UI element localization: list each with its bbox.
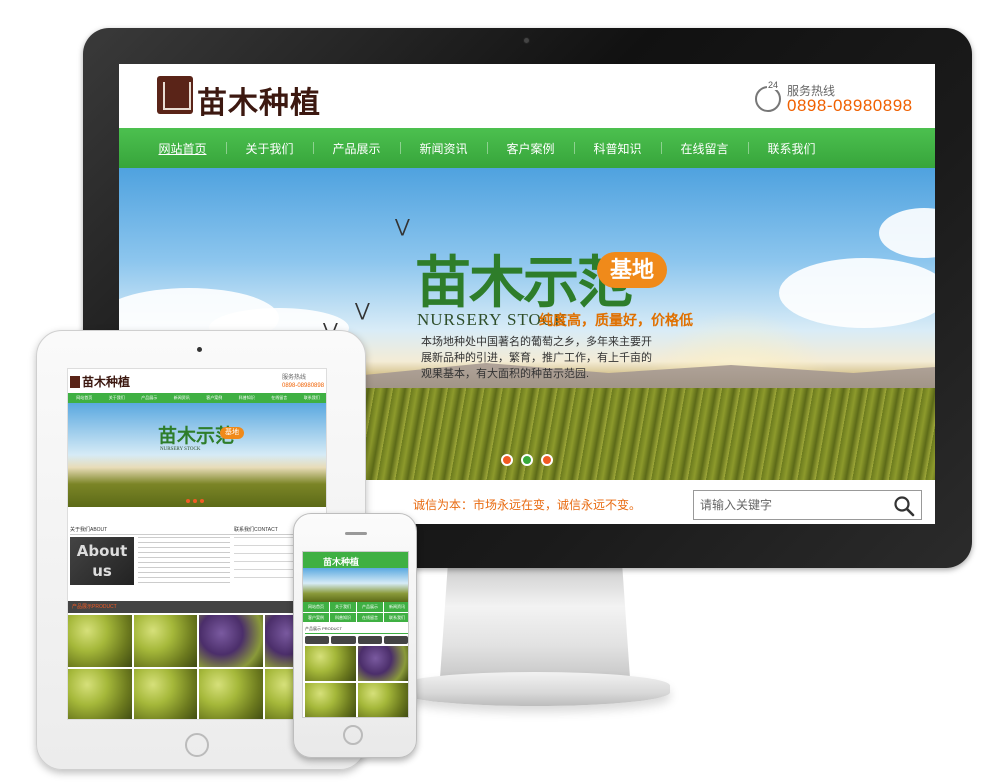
nav-item-news[interactable]: 新闻资讯	[400, 140, 487, 157]
phone-nav-item[interactable]: 产品展示	[357, 602, 383, 612]
tablet-nav-item[interactable]: 网站首页	[68, 393, 101, 403]
phone-nav-item[interactable]: 关于我们	[330, 602, 356, 612]
product-thumbnail[interactable]	[305, 646, 356, 681]
phone-category-tag[interactable]	[331, 636, 356, 644]
tablet-nav-item[interactable]: 客户案例	[198, 393, 231, 403]
tablet-nav-item[interactable]: 科普知识	[231, 393, 264, 403]
slider-dot-2[interactable]	[521, 454, 533, 466]
phone-nav-item[interactable]: 科普知识	[330, 612, 356, 622]
phone-nav-item[interactable]: 在线留言	[357, 612, 383, 622]
phone-home-button[interactable]	[343, 725, 363, 745]
nav-item-knowledge[interactable]: 科普知识	[574, 140, 661, 157]
phone-nav-item[interactable]: 客户案例	[303, 612, 329, 622]
slider-dot-3[interactable]	[541, 454, 553, 466]
tablet-banner-english: NURSERY STOCK	[160, 447, 201, 452]
nav-item-about[interactable]: 关于我们	[226, 140, 313, 157]
phone-category-tags	[305, 636, 408, 644]
tablet-camera	[197, 347, 202, 352]
phone-products-heading: 产品展示 PRODUCT	[305, 624, 408, 634]
product-thumbnail[interactable]	[357, 646, 408, 681]
product-thumbnail[interactable]	[199, 669, 263, 719]
device-mockup-stage: 苗木种植 24 服务热线 0898-08980898 网站首页 关于我们 产品展…	[0, 0, 1000, 782]
bird-icon: ⋁	[355, 300, 370, 320]
slider-dot-1[interactable]	[501, 454, 513, 466]
product-thumbnail[interactable]	[68, 615, 132, 667]
phone-nav: 网站首页 关于我们 产品展示 新闻资讯 客户案例 科普知识 在线留言 联系我们	[303, 602, 408, 622]
phone-category-tag[interactable]	[357, 636, 382, 644]
cloud-shape	[779, 258, 935, 328]
slider-dots	[501, 454, 553, 466]
phone-category-tag[interactable]	[383, 636, 408, 644]
nav-item-products[interactable]: 产品展示	[313, 140, 400, 157]
product-thumbnail[interactable]	[133, 615, 197, 667]
tablet-screen: 苗木种植 服务热线 0898-08980898 网站首页 关于我们 产品展示 新…	[67, 368, 327, 720]
tablet-about-heading: 关于我们ABOUT	[70, 527, 108, 533]
tablet-slider-dots	[186, 499, 204, 503]
tablet-nav-item[interactable]: 在线留言	[263, 393, 296, 403]
banner-description: 本场地种处中国著名的葡萄之乡，多年来主要开展新品种的引进，繁育，推广工作，有上千…	[421, 336, 652, 380]
phone-nav-item[interactable]: 网站首页	[303, 602, 329, 612]
tablet-notice-bar	[68, 509, 326, 521]
tablet-nav-item[interactable]: 产品展示	[133, 393, 166, 403]
product-thumbnail[interactable]	[305, 683, 356, 717]
tablet-hotline-number: 0898-08980898	[282, 383, 325, 389]
phone-logo[interactable]: 苗木种植	[323, 555, 359, 568]
tablet-about-image: About us	[70, 537, 134, 585]
product-thumbnail[interactable]	[133, 669, 197, 719]
tablet-about-text	[138, 537, 230, 585]
phone-24h-icon: 24	[755, 80, 781, 112]
product-thumbnail[interactable]	[357, 683, 408, 717]
monitor-camera	[523, 37, 530, 44]
phone-24h-icon-text: 24	[767, 80, 780, 90]
logo-icon[interactable]	[157, 76, 193, 114]
search-icon[interactable]	[893, 495, 915, 517]
tablet-contact-heading: 联系我们CONTACT	[234, 527, 278, 533]
product-thumbnail[interactable]	[199, 615, 263, 667]
nav-item-home[interactable]: 网站首页	[139, 140, 226, 157]
site-header: 苗木种植 24 服务热线 0898-08980898	[119, 64, 935, 128]
bird-icon: ⋁	[395, 216, 410, 236]
main-nav: 网站首页 关于我们 产品展示 新闻资讯 客户案例 科普知识 在线留言 联系我们	[119, 128, 935, 168]
product-thumbnail[interactable]	[68, 669, 132, 719]
phone-category-tag[interactable]	[305, 636, 330, 644]
banner-badge: 基地	[597, 252, 667, 288]
search-input[interactable]	[694, 491, 884, 519]
banner-slogan: 纯度高，质量好，价格低	[539, 312, 693, 328]
monitor-stand-neck	[440, 568, 630, 678]
notice-text: 诚信为本：市场永远在变，诚信永远不变。	[413, 498, 642, 512]
nav-item-cases[interactable]: 客户案例	[487, 140, 574, 157]
phone-nav-item[interactable]: 新闻资讯	[384, 602, 408, 612]
tablet-logo[interactable]: 苗木种植	[70, 373, 130, 390]
hotline-number: 0898-08980898	[787, 96, 913, 115]
phone-product-grid	[305, 646, 408, 717]
monitor-stand-base	[400, 672, 670, 706]
tablet-product-grid	[68, 615, 326, 719]
tablet-banner-badge: 基地	[220, 427, 244, 439]
tablet-nav-item[interactable]: 联系我们	[296, 393, 327, 403]
tablet-hotline-label: 服务热线	[282, 375, 307, 381]
tablet-nav-item[interactable]: 关于我们	[101, 393, 134, 403]
phone-banner	[303, 568, 408, 602]
cloud-shape	[879, 208, 935, 258]
tablet-nav-item[interactable]: 新闻资讯	[166, 393, 199, 403]
phone-nav-item[interactable]: 联系我们	[384, 612, 408, 622]
tablet-section-headings: 关于我们ABOUT 联系我们CONTACT	[70, 525, 326, 535]
tablet-slider-dot[interactable]	[193, 499, 197, 503]
tablet-banner: 苗木示范 基地 NURSERY STOCK	[68, 403, 326, 507]
tablet-slider-dot[interactable]	[186, 499, 190, 503]
phone-header: 苗木种植	[303, 552, 408, 568]
tablet-hotline: 服务热线 0898-08980898	[282, 374, 324, 390]
tablet-nav: 网站首页 关于我们 产品展示 新闻资讯 客户案例 科普知识 在线留言 联系我们	[68, 393, 327, 403]
tablet-slider-dot[interactable]	[200, 499, 204, 503]
tablet-home-button[interactable]	[185, 733, 209, 757]
tablet-products-heading: 产品展示PRODUCT	[68, 601, 326, 613]
nav-item-contact[interactable]: 联系我们	[748, 140, 835, 157]
nav-item-message[interactable]: 在线留言	[661, 140, 748, 157]
search-box	[693, 490, 922, 520]
phone-speaker	[345, 532, 367, 535]
site-logo-text[interactable]: 苗木种植	[197, 78, 321, 122]
phone-screen: 苗木种植 网站首页 关于我们 产品展示 新闻资讯 客户案例 科普知识 在线留言 …	[302, 551, 409, 718]
